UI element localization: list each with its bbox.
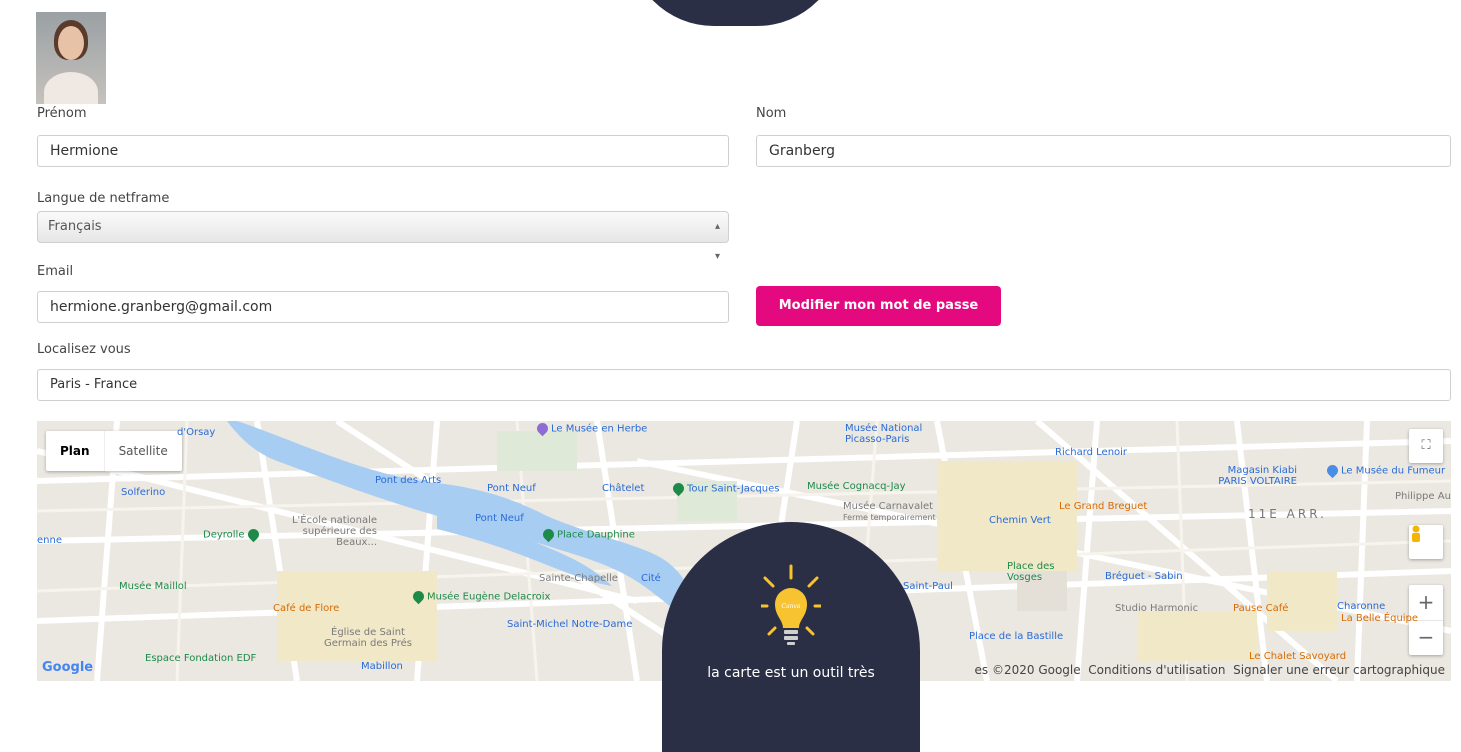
last-name-field[interactable]: Granberg	[756, 135, 1451, 167]
decorative-top-shape	[628, 0, 843, 26]
map-poi[interactable]: Ferme temporairement	[843, 513, 936, 522]
map-poi[interactable]: Pont Neuf	[487, 483, 536, 494]
map-poi[interactable]: Bréguet - Sabin	[1105, 571, 1183, 582]
map-poi[interactable]: Musée Carnavalet	[843, 501, 933, 512]
map-poi[interactable]: Le Musée en Herbe	[534, 421, 647, 437]
map-poi[interactable]: Saint-Paul	[903, 581, 953, 592]
google-logo: Google	[42, 660, 94, 675]
map-poi[interactable]: Studio Harmonic	[1115, 603, 1198, 614]
language-select[interactable]: Français ▴ ▾	[37, 211, 729, 262]
tip-text: la carte est un outil très	[707, 665, 875, 681]
fullscreen-icon[interactable]: ⛶	[1409, 429, 1443, 463]
district-label: 11E ARR.	[1248, 507, 1327, 521]
map-type-plan[interactable]: Plan	[46, 431, 104, 471]
map-poi[interactable]: La Belle Équipe	[1341, 613, 1418, 624]
avatar[interactable]	[36, 12, 106, 104]
map-poi[interactable]: Pont Neuf	[475, 513, 524, 524]
light-bulb-icon: Canva	[761, 564, 821, 645]
map-type-satellite[interactable]: Satellite	[103, 431, 182, 471]
map-poi[interactable]: enne	[37, 535, 62, 546]
map-poi[interactable]: d'Orsay	[177, 427, 215, 438]
map-poi[interactable]: Richard Lenoir	[1055, 447, 1127, 458]
map-poi[interactable]: Tour Saint-Jacques	[670, 480, 779, 497]
change-password-button[interactable]: Modifier mon mot de passe	[756, 286, 1001, 326]
map-type-control: Plan Satellite	[46, 431, 182, 471]
map-poi[interactable]: Place des Vosges	[1007, 561, 1057, 583]
first-name-label: Prénom	[37, 106, 87, 121]
map-poi[interactable]: Le Musée du Fumeur	[1324, 462, 1445, 479]
map-poi[interactable]: Cité	[641, 573, 661, 584]
email-field[interactable]: hermione.granberg@gmail.com	[37, 291, 729, 323]
location-label: Localisez vous	[37, 342, 131, 357]
map-poi[interactable]: Solferino	[121, 487, 165, 498]
map-poi[interactable]: Pause Café	[1233, 603, 1288, 614]
map-poi[interactable]: Philippe Au	[1395, 491, 1451, 502]
first-name-field[interactable]: Hermione	[37, 135, 729, 167]
map-poi[interactable]: Pont des Arts	[375, 475, 441, 486]
map-poi[interactable]: Musée Eugène Delacroix	[410, 588, 550, 605]
bulb-mark: Canva	[782, 603, 801, 610]
map-poi[interactable]: Deyrolle	[203, 526, 262, 543]
map-poi[interactable]: L'École nationale supérieure des Beaux..…	[269, 515, 377, 548]
map-copyright: es ©2020 Google	[974, 663, 1081, 677]
map-poi[interactable]: Musée Cognacq-Jay	[807, 481, 906, 492]
language-value: Français	[48, 219, 102, 234]
pegman-icon[interactable]	[1409, 525, 1443, 559]
map-poi[interactable]: Place de la Bastille	[969, 631, 1063, 642]
map-poi[interactable]: Le Chalet Savoyard	[1249, 651, 1346, 662]
map-poi[interactable]: Saint-Michel Notre-Dame	[507, 619, 632, 630]
map-poi[interactable]: Café de Flore	[273, 603, 339, 614]
map-poi[interactable]: Église de Saint Germain des Prés	[323, 627, 413, 649]
language-label: Langue de netframe	[37, 191, 170, 206]
select-arrows-icon: ▴ ▾	[714, 221, 720, 262]
last-name-label: Nom	[756, 106, 787, 121]
map-poi[interactable]: Musée Maillol	[119, 581, 187, 592]
map-poi[interactable]: Charonne	[1337, 601, 1385, 612]
map-terms-link[interactable]: Conditions d'utilisation	[1088, 663, 1225, 677]
email-label: Email	[37, 264, 74, 279]
map-poi[interactable]: Place Dauphine	[540, 526, 635, 543]
zoom-out-button[interactable]: −	[1409, 621, 1443, 654]
map-poi[interactable]: Magasin Kiabi PARIS VOLTAIRE	[1207, 465, 1297, 487]
location-field[interactable]: Paris - France	[37, 369, 1451, 401]
map-report-link[interactable]: Signaler une erreur cartographique	[1233, 663, 1445, 677]
map-attribution: es ©2020 Google Conditions d'utilisation…	[975, 663, 1445, 677]
map-poi[interactable]: Espace Fondation EDF	[145, 653, 256, 664]
map-poi[interactable]: Châtelet	[602, 483, 644, 494]
map-poi[interactable]: Le Grand Breguet	[1059, 501, 1147, 512]
map-poi[interactable]: Mabillon	[361, 661, 403, 672]
map-poi[interactable]: Chemin Vert	[989, 515, 1051, 526]
map-poi[interactable]: Musée National Picasso-Paris	[845, 423, 925, 445]
map-poi[interactable]: Sainte-Chapelle	[539, 573, 618, 584]
